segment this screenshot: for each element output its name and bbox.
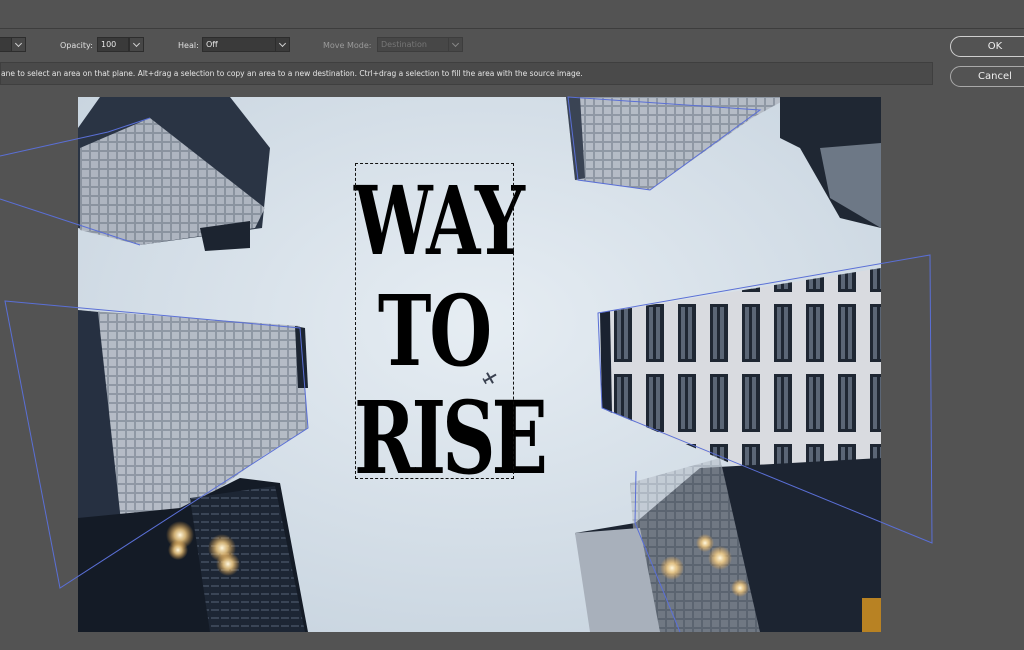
- tool-hint-bar: ane to select an area on that plane. Alt…: [0, 62, 933, 85]
- cancel-button[interactable]: Cancel: [950, 66, 1024, 87]
- opacity-field[interactable]: 100: [97, 37, 129, 52]
- chevron-down-icon[interactable]: [11, 37, 26, 52]
- tool-hint-text: ane to select an area on that plane. Alt…: [1, 69, 583, 78]
- heal-select[interactable]: Off: [202, 37, 276, 52]
- move-mode-select[interactable]: Destination: [377, 37, 449, 52]
- ok-button[interactable]: OK: [950, 36, 1024, 57]
- options-bar: Opacity: 100 Heal: Off Move Mode: Destin…: [0, 30, 1024, 60]
- chevron-down-icon[interactable]: [275, 37, 290, 52]
- chevron-down-icon[interactable]: [129, 37, 144, 52]
- marquee-selection[interactable]: [355, 163, 514, 479]
- chevron-down-icon[interactable]: [448, 37, 463, 52]
- move-mode-label: Move Mode:: [323, 41, 372, 50]
- canvas-area[interactable]: WAY TO RISE: [0, 88, 1024, 650]
- heal-label: Heal:: [178, 41, 199, 50]
- dialog-title-bar: [0, 0, 1024, 29]
- opacity-label: Opacity:: [60, 41, 93, 50]
- building-top-left: [78, 97, 270, 251]
